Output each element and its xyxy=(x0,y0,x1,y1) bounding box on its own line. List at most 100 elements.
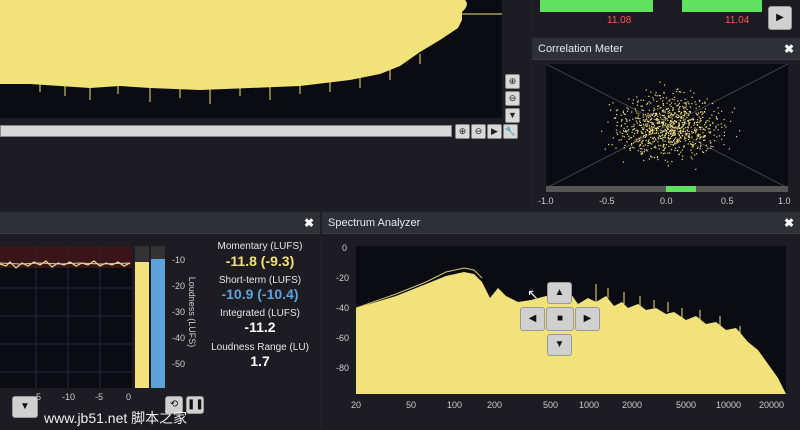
waveform-view[interactable] xyxy=(0,0,502,118)
loudness-menu-button[interactable]: ▼ xyxy=(12,396,38,418)
correlation-point xyxy=(683,114,686,117)
correlation-point xyxy=(686,130,688,132)
correlation-point xyxy=(621,119,623,121)
correlation-point xyxy=(653,99,655,101)
correlation-point xyxy=(677,126,679,128)
correlation-point xyxy=(673,140,675,142)
correlation-point xyxy=(621,120,623,122)
correlation-point xyxy=(693,143,695,145)
correlation-point xyxy=(622,112,624,114)
correlation-point xyxy=(685,140,687,142)
correlation-point xyxy=(684,136,686,138)
correlation-point xyxy=(657,137,659,139)
correlation-point xyxy=(664,140,666,142)
zoom-out-horizontal-button[interactable]: ⊖ xyxy=(471,124,486,139)
correlation-point xyxy=(608,104,610,106)
spec-y-tick-1: -20 xyxy=(336,273,350,283)
nav-right-button[interactable]: ▶ xyxy=(575,307,600,331)
correlation-point xyxy=(651,114,653,117)
correlation-point xyxy=(693,124,695,126)
correlation-point xyxy=(662,140,664,142)
correlation-point xyxy=(642,116,644,118)
correlation-point xyxy=(680,115,683,118)
correlation-point xyxy=(697,146,699,148)
correlation-point xyxy=(663,109,665,111)
correlation-point xyxy=(643,119,645,121)
correlation-point xyxy=(728,148,730,150)
correlation-point xyxy=(670,143,672,146)
zoom-in-horizontal-button[interactable]: ⊕ xyxy=(455,124,470,139)
correlation-point xyxy=(621,133,623,135)
correlation-point xyxy=(674,149,676,151)
correlation-point xyxy=(700,144,702,146)
correlation-point xyxy=(674,141,676,143)
nav-up-button[interactable]: ▲ xyxy=(547,282,572,304)
correlation-point xyxy=(697,119,699,121)
correlation-point xyxy=(647,123,649,125)
correlation-point xyxy=(648,133,650,135)
correlation-point xyxy=(641,142,643,144)
correlation-point xyxy=(695,112,697,114)
correlation-point xyxy=(714,140,716,142)
correlation-point xyxy=(647,141,649,143)
correlation-point xyxy=(708,120,710,122)
correlation-point xyxy=(697,134,699,136)
correlation-point xyxy=(612,102,614,104)
horizontal-scrollbar[interactable] xyxy=(0,125,452,137)
correlation-point xyxy=(699,142,702,144)
correlation-point xyxy=(695,131,697,133)
correlation-point xyxy=(685,102,687,104)
correlation-point xyxy=(681,130,683,132)
meter-tick-3: -40 xyxy=(172,333,186,343)
zoom-out-vertical-button[interactable]: ⊖ xyxy=(505,91,520,106)
folder-icon[interactable]: ■ xyxy=(546,307,574,331)
correlation-point xyxy=(685,122,687,124)
wrench-icon[interactable]: 🔧 xyxy=(503,124,518,139)
correlation-point xyxy=(676,139,678,141)
correlation-point xyxy=(702,151,704,153)
correlation-point xyxy=(636,112,638,114)
vertical-menu-button[interactable]: ▼ xyxy=(505,108,520,123)
correlation-point xyxy=(649,127,651,129)
correlation-point xyxy=(601,130,603,132)
correlation-point xyxy=(715,125,717,127)
correlation-point xyxy=(653,136,655,138)
nav-down-button[interactable]: ▼ xyxy=(547,334,572,356)
correlation-point xyxy=(730,120,732,122)
correlation-point xyxy=(696,135,698,137)
loudness-close-icon[interactable]: ✖ xyxy=(304,212,314,234)
nav-left-button[interactable]: ◀ xyxy=(520,307,545,331)
correlation-point xyxy=(628,138,630,140)
zoom-in-vertical-button[interactable]: ⊕ xyxy=(505,74,520,89)
correlation-point xyxy=(701,111,703,113)
correlation-point xyxy=(634,128,636,130)
correlation-point xyxy=(631,142,633,145)
correlation-point xyxy=(649,129,651,131)
correlation-point xyxy=(668,100,670,102)
correlation-point xyxy=(651,156,653,158)
correlation-point xyxy=(632,102,634,104)
correlation-point xyxy=(683,107,685,109)
level-play-button[interactable]: ▶ xyxy=(768,6,792,30)
scroll-play-button[interactable]: ▶ xyxy=(487,124,502,139)
correlation-close-icon[interactable]: ✖ xyxy=(784,38,794,60)
correlation-point xyxy=(681,122,683,124)
correlation-point xyxy=(709,117,711,119)
correlation-point xyxy=(640,99,642,101)
correlation-point xyxy=(703,124,706,126)
correlation-point xyxy=(643,120,645,122)
correlation-point xyxy=(671,98,673,100)
correlation-point xyxy=(694,121,696,123)
correlation-point xyxy=(720,123,722,125)
correlation-point xyxy=(704,129,706,131)
pause-button[interactable]: ❚❚ xyxy=(186,396,204,414)
correlation-point xyxy=(667,120,669,122)
spectrum-close-icon[interactable]: ✖ xyxy=(784,212,794,234)
correlation-point xyxy=(696,113,698,116)
correlation-point xyxy=(703,135,705,137)
meter-tick-0: -10 xyxy=(172,255,186,265)
correlation-point xyxy=(660,132,662,134)
correlation-point xyxy=(674,112,676,114)
correlation-point xyxy=(687,143,689,145)
correlation-point xyxy=(637,115,639,117)
